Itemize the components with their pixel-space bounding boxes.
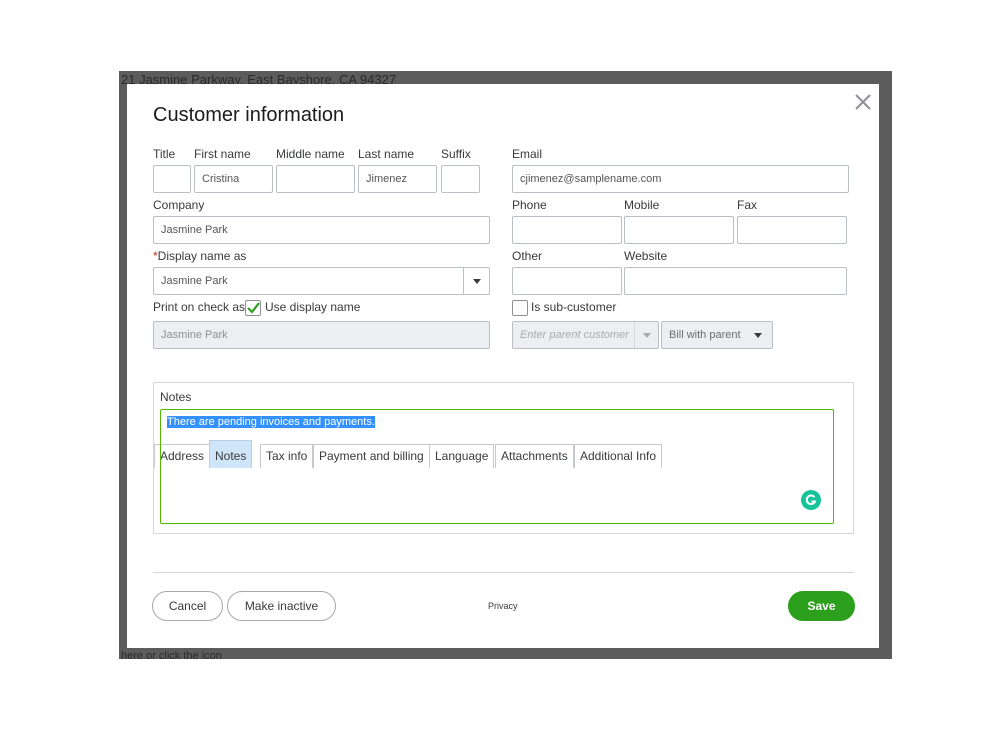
dropdown-button[interactable]: [463, 268, 489, 294]
checkmark-icon: [247, 302, 260, 314]
title-label: Title: [153, 147, 176, 161]
mobile-label: Mobile: [624, 198, 660, 212]
dialog-title: Customer information: [153, 104, 345, 126]
phone-input[interactable]: [512, 216, 622, 244]
parent-customer-placeholder: Enter parent customer: [520, 329, 629, 341]
suffix-label: Suffix: [441, 147, 471, 161]
bill-with-parent-value: Bill with parent: [669, 329, 741, 341]
background-hint: here or click the icon: [121, 650, 222, 659]
display-name-label: *Display name as: [153, 249, 246, 263]
middle-name-input[interactable]: [276, 165, 355, 193]
bill-with-parent-select: Bill with parent: [661, 321, 773, 349]
close-icon[interactable]: [853, 92, 873, 112]
display-name-label-text: Display name as: [157, 249, 247, 263]
display-name-value: Jasmine Park: [161, 275, 228, 287]
chevron-down-icon: [754, 333, 762, 338]
parent-dropdown-button: [634, 322, 658, 348]
other-input[interactable]: [512, 267, 622, 295]
first-name-input[interactable]: Cristina: [194, 165, 273, 193]
last-name-input[interactable]: Jimenez: [358, 165, 437, 193]
website-label: Website: [624, 249, 668, 263]
chevron-down-icon: [643, 333, 651, 338]
cancel-button[interactable]: Cancel: [152, 591, 223, 621]
company-input[interactable]: Jasmine Park: [153, 216, 490, 244]
sub-customer-label: Is sub-customer: [531, 300, 617, 314]
grammarly-icon[interactable]: [801, 490, 821, 510]
parent-customer-select: Enter parent customer: [512, 321, 659, 349]
other-label: Other: [512, 249, 543, 263]
save-button[interactable]: Save: [788, 591, 855, 621]
middle-name-label: Middle name: [276, 147, 345, 161]
display-name-select[interactable]: Jasmine Park: [153, 267, 490, 295]
print-on-check-label: Print on check as: [153, 300, 246, 314]
email-label: Email: [512, 147, 543, 161]
first-name-label: First name: [194, 147, 251, 161]
customer-information-dialog: Customer information Title First name Cr…: [127, 84, 879, 648]
notes-text: There are pending invoices and payments.: [167, 416, 375, 428]
use-display-name-label: Use display name: [265, 300, 361, 314]
phone-label: Phone: [512, 198, 547, 212]
company-label: Company: [153, 198, 205, 212]
sub-customer-checkbox[interactable]: [512, 300, 528, 316]
notes-textarea[interactable]: There are pending invoices and payments.: [160, 409, 834, 524]
footer-divider: [153, 572, 854, 573]
fax-label: Fax: [737, 198, 758, 212]
title-input[interactable]: [153, 165, 191, 193]
email-input[interactable]: cjimenez@samplename.com: [512, 165, 849, 193]
privacy-link[interactable]: Privacy: [488, 601, 518, 611]
make-inactive-button[interactable]: Make inactive: [227, 591, 336, 621]
suffix-input[interactable]: [441, 165, 480, 193]
print-on-check-input: Jasmine Park: [153, 321, 490, 349]
notes-label: Notes: [160, 390, 192, 404]
chevron-down-icon: [473, 279, 481, 284]
last-name-label: Last name: [358, 147, 415, 161]
fax-input[interactable]: [737, 216, 847, 244]
use-display-name-checkbox[interactable]: [245, 300, 261, 316]
mobile-input[interactable]: [624, 216, 734, 244]
website-input[interactable]: [624, 267, 847, 295]
